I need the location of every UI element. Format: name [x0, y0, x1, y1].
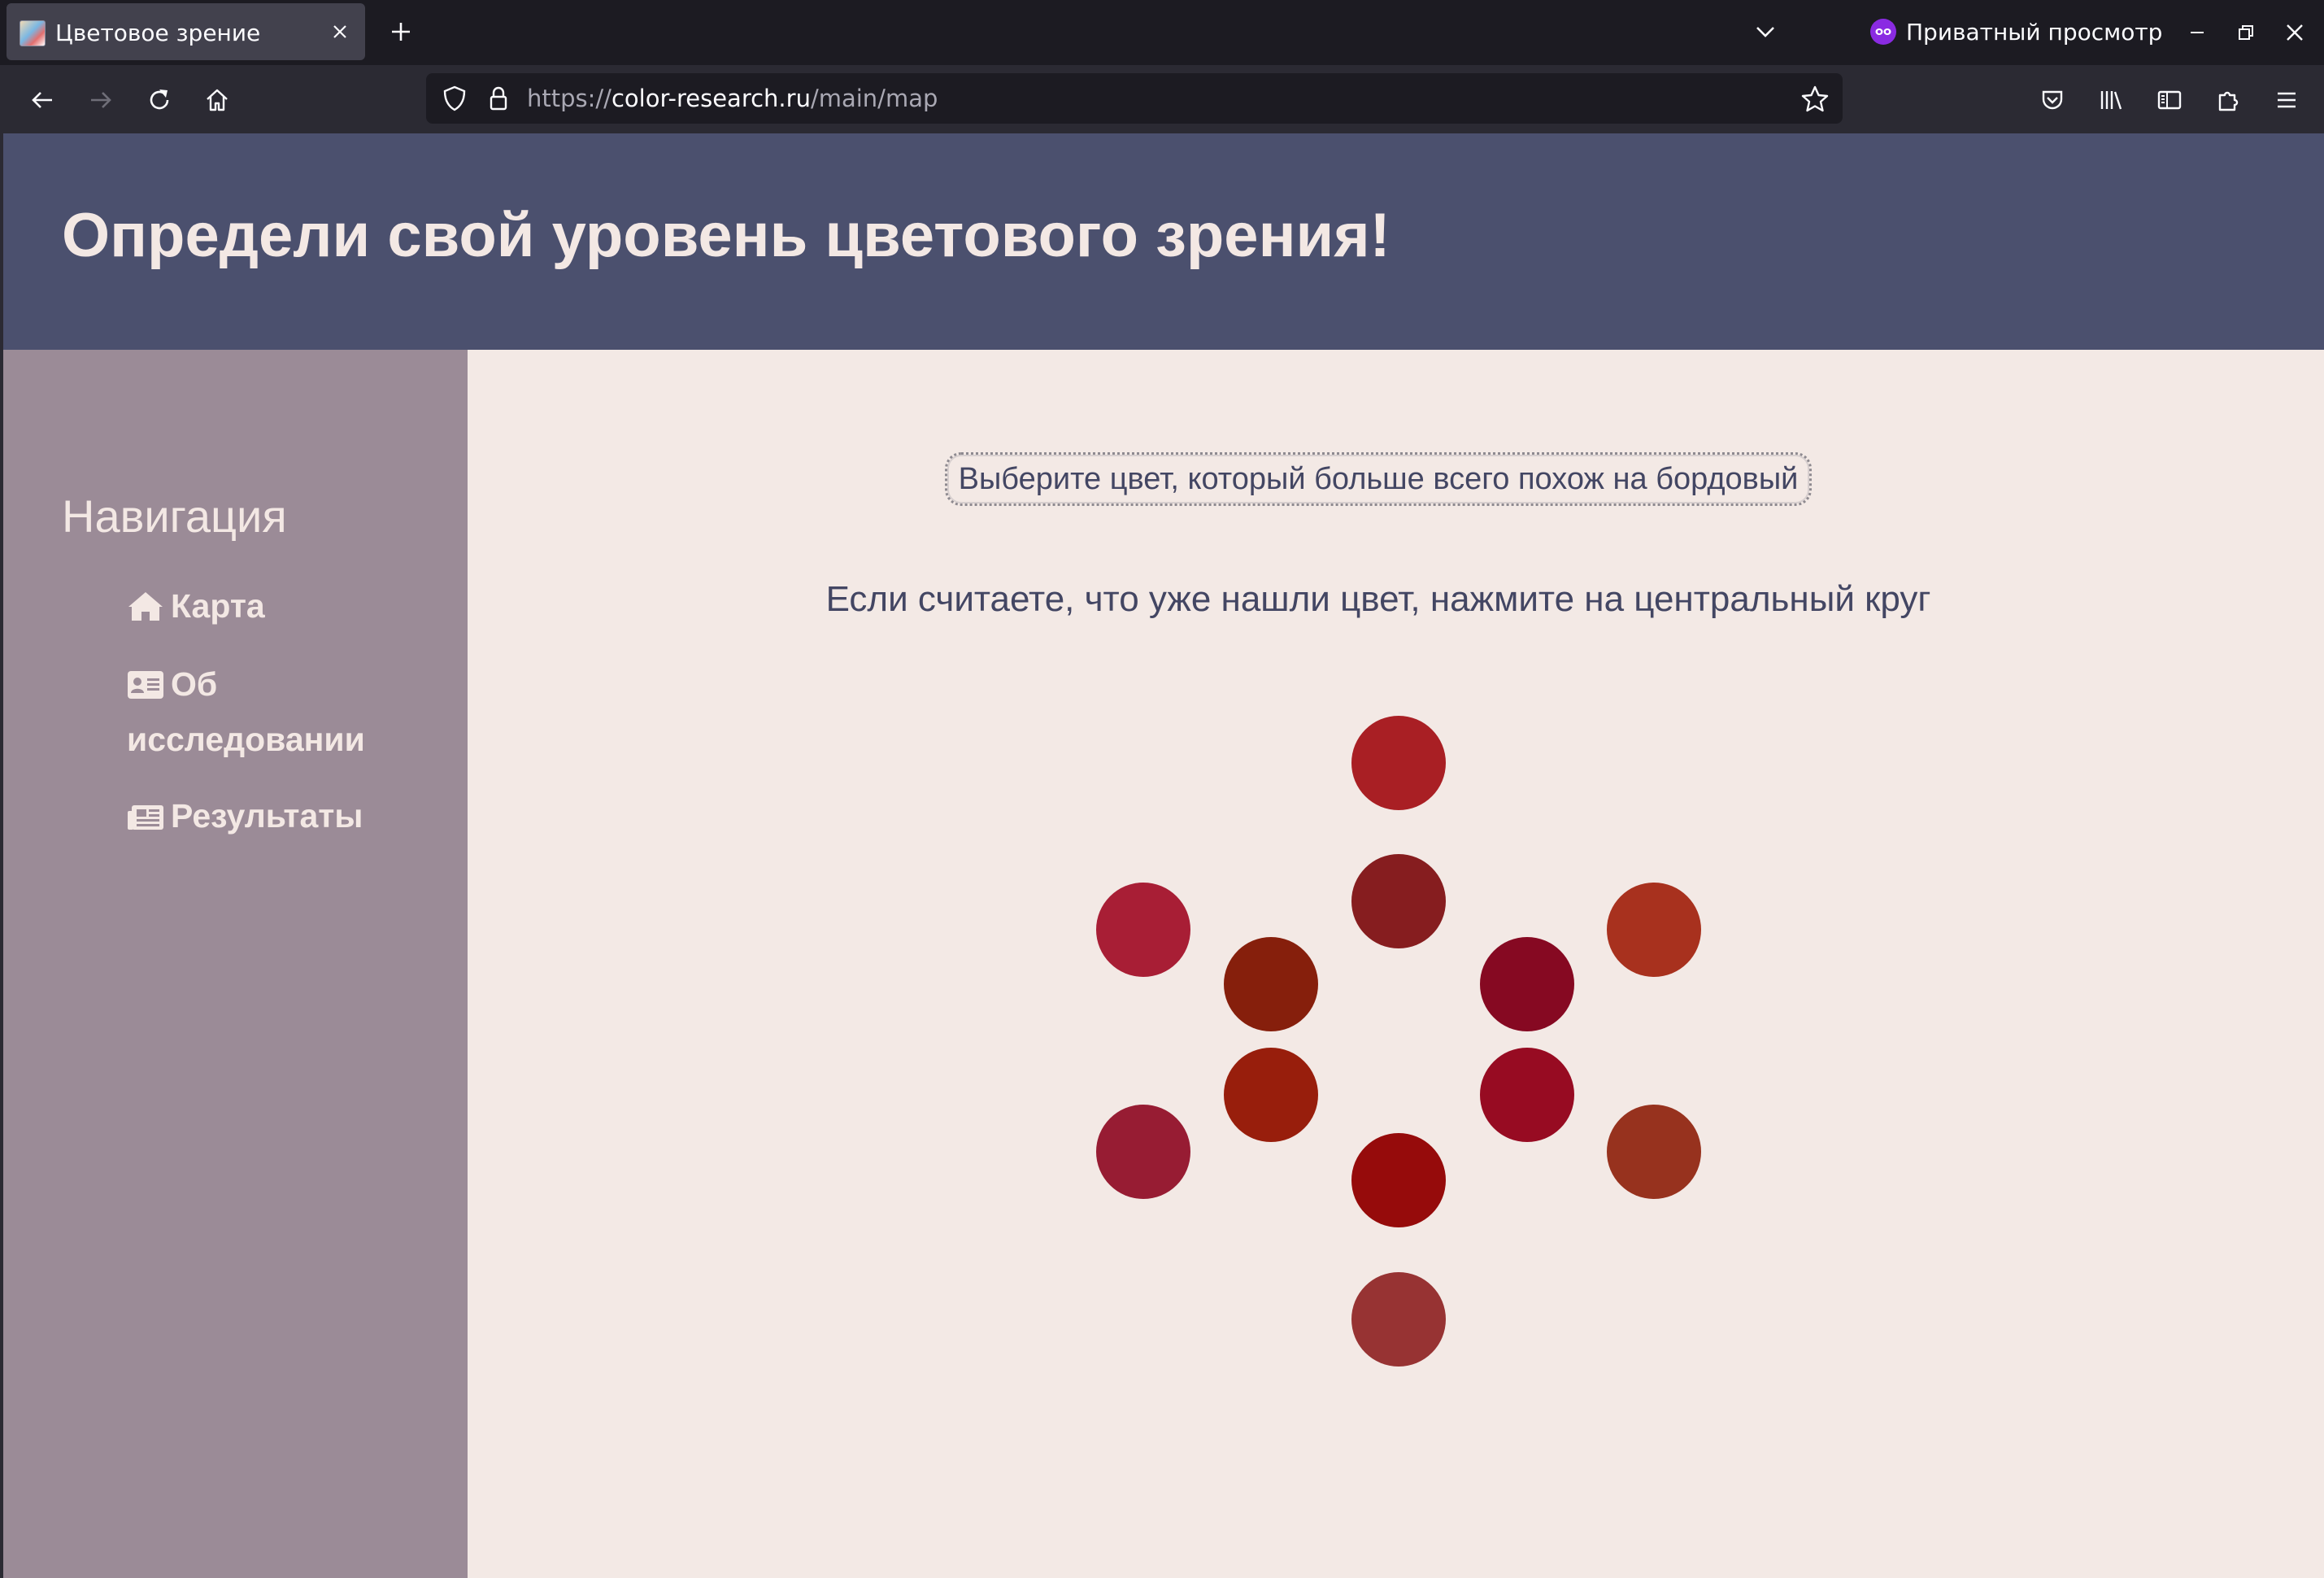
- pocket-icon[interactable]: [2034, 81, 2071, 119]
- color-swatch-upper-right[interactable]: [1607, 883, 1701, 977]
- instruction-text: Если считаете, что уже нашли цвет, нажми…: [825, 579, 1931, 619]
- color-swatch-top[interactable]: [1351, 716, 1446, 810]
- id-card-icon: [127, 664, 164, 714]
- menu-hamburger-icon[interactable]: [2268, 81, 2305, 119]
- color-swatch-lower-right[interactable]: [1607, 1105, 1701, 1199]
- newspaper-icon: [127, 796, 164, 846]
- sidebar-item-label: Карта: [171, 587, 265, 625]
- sidebar-heading: Навигация: [62, 490, 287, 542]
- color-swatch-upper-center[interactable]: [1351, 854, 1446, 948]
- browser-tab-active[interactable]: Цветовое зрение: [7, 3, 365, 60]
- url-scheme: https://: [527, 85, 611, 112]
- sidebar-item-about[interactable]: Об исследовании: [127, 659, 403, 765]
- reload-icon[interactable]: [141, 81, 178, 119]
- url-host: color-research.ru: [611, 85, 811, 112]
- private-browsing-label: Приватный просмотр: [1906, 18, 2163, 46]
- sidebar: Навигация Карта Об исследовании Результа…: [3, 350, 468, 1578]
- new-tab-plus-icon[interactable]: [384, 15, 418, 49]
- main-content: Выберите цвет, который больше всего похо…: [468, 350, 2324, 1578]
- private-mask-icon: [1870, 19, 1896, 45]
- site-favicon-icon: [20, 20, 46, 46]
- address-bar[interactable]: https://color-research.ru/main/map: [426, 73, 1843, 124]
- site-header: Определи свой уровень цветового зрения!: [3, 133, 2324, 350]
- color-swatch-upper-left[interactable]: [1096, 883, 1190, 977]
- url-path: /main/map: [810, 85, 938, 112]
- library-icon[interactable]: [2092, 81, 2130, 119]
- url-text[interactable]: https://color-research.ru/main/map: [527, 85, 938, 112]
- home-icon[interactable]: [198, 81, 236, 119]
- sidebar-toggle-icon[interactable]: [2151, 81, 2188, 119]
- color-swatch-lower-left[interactable]: [1096, 1105, 1190, 1199]
- private-browsing-indicator: Приватный просмотр: [1870, 15, 2162, 49]
- target-color-button[interactable]: Выберите цвет, который больше всего похо…: [945, 452, 1812, 506]
- color-swatch-bottom[interactable]: [1351, 1272, 1446, 1367]
- page-title: Определи свой уровень цветового зрения!: [62, 201, 1390, 270]
- sidebar-item-results[interactable]: Результаты: [127, 791, 403, 846]
- color-swatch-inner-upper-left[interactable]: [1224, 937, 1318, 1031]
- home-icon: [127, 586, 164, 636]
- sidebar-item-label: Результаты: [171, 797, 363, 835]
- forward-arrow-icon[interactable]: [82, 81, 120, 119]
- tab-close-icon[interactable]: [326, 18, 354, 46]
- color-swatch-inner-lower-left[interactable]: [1224, 1048, 1318, 1142]
- tab-title: Цветовое зрение: [55, 20, 261, 46]
- color-swatch-inner-lower-right[interactable]: [1480, 1048, 1574, 1142]
- lock-icon[interactable]: [485, 85, 512, 112]
- browser-toolbar: https://color-research.ru/main/map: [0, 65, 2324, 133]
- color-swatch-lower-center[interactable]: [1351, 1133, 1446, 1227]
- restore-window-icon[interactable]: [2228, 15, 2264, 50]
- minimize-window-icon[interactable]: [2179, 15, 2215, 50]
- browser-tab-bar: Цветовое зрение Приватный просмотр: [0, 0, 2324, 65]
- tab-list-chevron-down-icon[interactable]: [1748, 15, 1782, 49]
- sidebar-item-map[interactable]: Карта: [127, 581, 403, 636]
- back-arrow-icon[interactable]: [24, 81, 61, 119]
- extensions-puzzle-icon[interactable]: [2209, 81, 2247, 119]
- bookmark-star-icon[interactable]: [1800, 85, 1830, 114]
- close-window-icon[interactable]: [2277, 15, 2313, 50]
- color-swatch-inner-upper-right[interactable]: [1480, 937, 1574, 1031]
- tracking-protection-shield-icon[interactable]: [441, 85, 468, 112]
